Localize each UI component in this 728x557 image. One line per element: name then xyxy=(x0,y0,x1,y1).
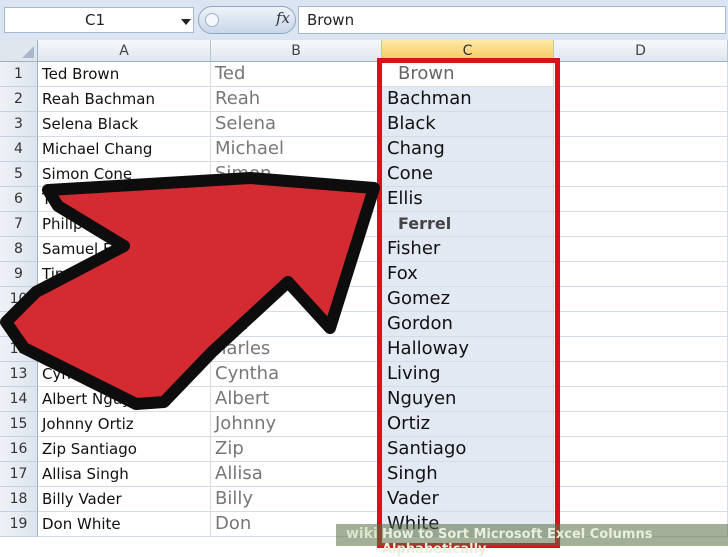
watermark-text: How to Sort Microsoft Excel Columns Alph… xyxy=(382,527,653,557)
arrow-shape xyxy=(0,172,380,410)
pointer-arrow-icon xyxy=(0,172,380,410)
watermark: wiki How to Sort Microsoft Excel Columns… xyxy=(336,524,728,557)
wikihow-logo: wiki xyxy=(346,526,378,542)
